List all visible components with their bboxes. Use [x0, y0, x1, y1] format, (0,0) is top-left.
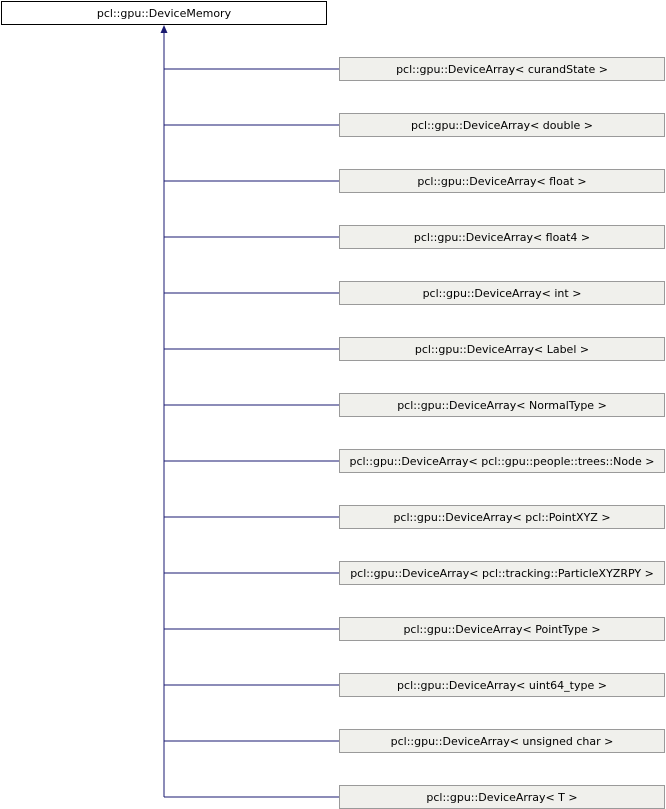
- derived-class-node-normaltype[interactable]: pcl::gpu::DeviceArray< NormalType >: [339, 393, 665, 417]
- derived-class-node-pointxyz[interactable]: pcl::gpu::DeviceArray< pcl::PointXYZ >: [339, 505, 665, 529]
- derived-class-node-int[interactable]: pcl::gpu::DeviceArray< int >: [339, 281, 665, 305]
- derived-class-node-pointtype[interactable]: pcl::gpu::DeviceArray< PointType >: [339, 617, 665, 641]
- inheritance-arrowhead: [160, 25, 168, 33]
- derived-class-node-unsigned-char[interactable]: pcl::gpu::DeviceArray< unsigned char >: [339, 729, 665, 753]
- derived-class-node-t[interactable]: pcl::gpu::DeviceArray< T >: [339, 785, 665, 809]
- derived-class-node-float[interactable]: pcl::gpu::DeviceArray< float >: [339, 169, 665, 193]
- derived-class-node-double[interactable]: pcl::gpu::DeviceArray< double >: [339, 113, 665, 137]
- derived-class-node-curandstate[interactable]: pcl::gpu::DeviceArray< curandState >: [339, 57, 665, 81]
- derived-class-node-particlexyzrpy[interactable]: pcl::gpu::DeviceArray< pcl::tracking::Pa…: [339, 561, 665, 585]
- derived-class-node-people-trees-node[interactable]: pcl::gpu::DeviceArray< pcl::gpu::people:…: [339, 449, 665, 473]
- base-class-node[interactable]: pcl::gpu::DeviceMemory: [1, 1, 327, 25]
- derived-class-node-float4[interactable]: pcl::gpu::DeviceArray< float4 >: [339, 225, 665, 249]
- derived-class-node-label[interactable]: pcl::gpu::DeviceArray< Label >: [339, 337, 665, 361]
- derived-class-node-uint64-type[interactable]: pcl::gpu::DeviceArray< uint64_type >: [339, 673, 665, 697]
